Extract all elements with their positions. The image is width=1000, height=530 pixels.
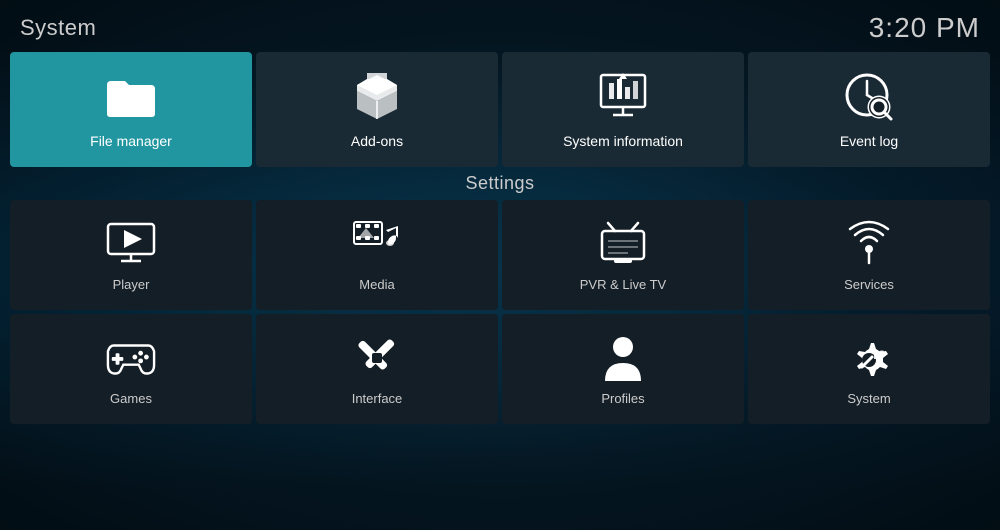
profiles-icon — [598, 333, 648, 383]
tile-media[interactable]: Media — [256, 200, 498, 310]
tile-system-information[interactable]: System information — [502, 52, 744, 167]
system-label: System — [847, 391, 890, 406]
pvr-icon — [598, 219, 648, 269]
add-ons-label: Add-ons — [351, 133, 403, 149]
media-icon — [352, 219, 402, 269]
tile-event-log[interactable]: Event log — [748, 52, 990, 167]
system-information-icon — [597, 71, 649, 123]
interface-label: Interface — [352, 391, 403, 406]
add-ons-icon — [351, 71, 403, 123]
tile-games[interactable]: Games — [10, 314, 252, 424]
settings-row-1: Player — [10, 200, 990, 310]
system-icon — [844, 333, 894, 383]
tile-add-ons[interactable]: Add-ons — [256, 52, 498, 167]
file-manager-icon — [105, 71, 157, 123]
games-label: Games — [110, 391, 152, 406]
tile-pvr-live-tv[interactable]: PVR & Live TV — [502, 200, 744, 310]
header: System 3:20 PM — [0, 0, 1000, 52]
tile-system[interactable]: System — [748, 314, 990, 424]
event-log-label: Event log — [840, 133, 898, 149]
event-log-icon — [843, 71, 895, 123]
services-icon — [844, 219, 894, 269]
tile-player[interactable]: Player — [10, 200, 252, 310]
settings-row-2: Games Interface — [10, 314, 990, 424]
games-icon — [106, 333, 156, 383]
file-manager-label: File manager — [90, 133, 172, 149]
page-title: System — [20, 15, 96, 41]
tile-profiles[interactable]: Profiles — [502, 314, 744, 424]
interface-icon — [352, 333, 402, 383]
profiles-label: Profiles — [601, 391, 644, 406]
media-label: Media — [359, 277, 394, 292]
tile-interface[interactable]: Interface — [256, 314, 498, 424]
clock: 3:20 PM — [869, 12, 980, 44]
pvr-label: PVR & Live TV — [580, 277, 666, 292]
settings-title: Settings — [10, 173, 990, 194]
tile-file-manager[interactable]: File manager — [10, 52, 252, 167]
player-label: Player — [113, 277, 150, 292]
services-label: Services — [844, 277, 894, 292]
top-tiles-row: File manager Add-ons — [0, 52, 1000, 167]
tile-services[interactable]: Services — [748, 200, 990, 310]
player-icon — [106, 219, 156, 269]
settings-section: Settings Player — [0, 173, 1000, 424]
system-information-label: System information — [563, 133, 683, 149]
